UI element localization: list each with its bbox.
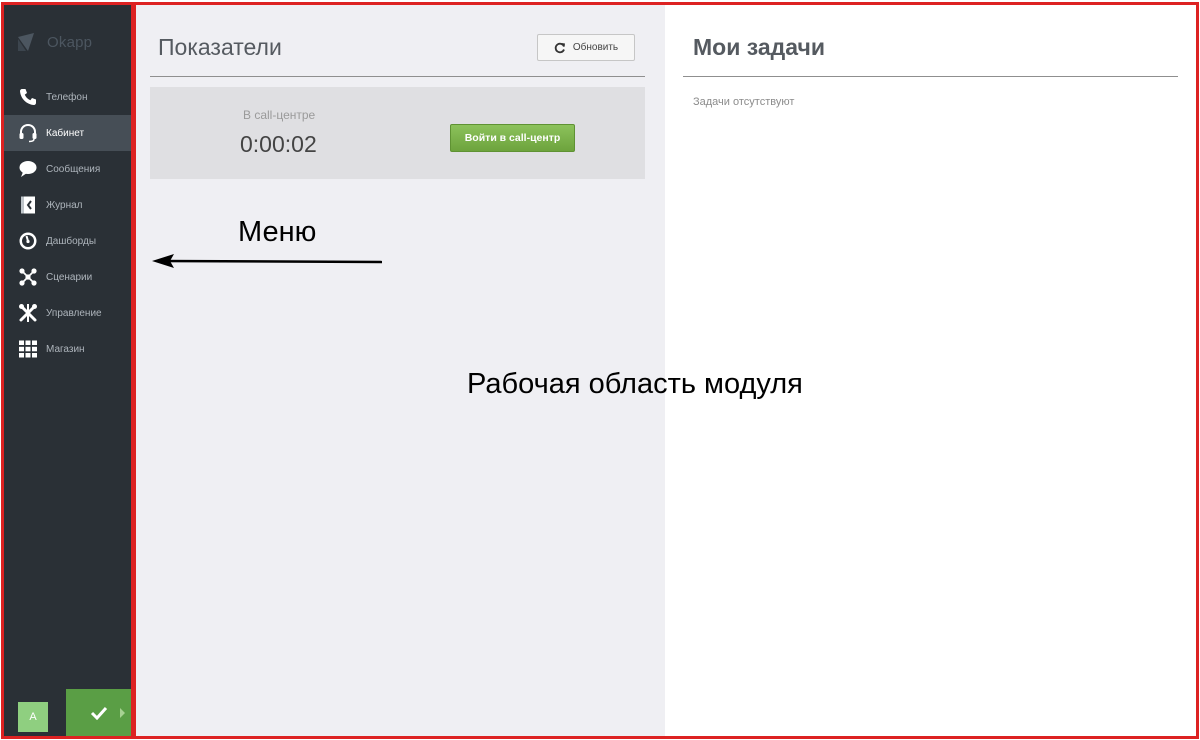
sidebar-item-store[interactable]: Магазин bbox=[4, 331, 131, 367]
callcenter-timer: 0:00:02 bbox=[240, 131, 317, 157]
checkmark-icon bbox=[90, 706, 107, 720]
gauge-icon bbox=[18, 231, 38, 251]
sidebar-item-label: Магазин bbox=[46, 343, 85, 355]
journal-icon bbox=[18, 195, 38, 215]
sidebar-item-label: Сообщения bbox=[46, 163, 101, 175]
callcenter-label: В call-центре bbox=[243, 108, 316, 122]
headset-icon bbox=[18, 123, 38, 143]
sidebar-item-journal[interactable]: Журнал bbox=[4, 187, 131, 223]
tasks-empty-message: Задачи отсутствуют bbox=[693, 96, 795, 108]
sidebar-item-label: Журнал bbox=[46, 199, 83, 211]
refresh-button[interactable]: Обновить bbox=[537, 34, 635, 61]
grid-icon bbox=[18, 339, 38, 359]
sidebar-item-cabinet[interactable]: Кабинет bbox=[4, 115, 131, 151]
status-button[interactable] bbox=[66, 689, 131, 737]
indicators-title: Показатели bbox=[158, 34, 282, 60]
screenshot-frame: Okapp Телефон Кабинет Сообщения Журнал Д… bbox=[0, 0, 1200, 740]
sidebar-item-label: Кабинет bbox=[46, 127, 85, 139]
divider bbox=[683, 76, 1178, 77]
sidebar-item-management[interactable]: Управление bbox=[4, 295, 131, 331]
sidebar-item-phone[interactable]: Телефон bbox=[4, 79, 131, 115]
sidebar-item-label: Сценарии bbox=[46, 271, 93, 283]
sidebar-item-label: Телефон bbox=[46, 91, 88, 103]
sidebar-item-label: Управление bbox=[46, 307, 102, 319]
phone-icon bbox=[18, 87, 38, 107]
logo-text: Okapp bbox=[47, 33, 93, 51]
app-logo[interactable]: Okapp bbox=[18, 30, 92, 54]
callcenter-card: В call-центре 0:00:02 Войти в call-центр bbox=[150, 87, 645, 179]
refresh-icon bbox=[554, 42, 565, 53]
sidebar-menu: Okapp Телефон Кабинет Сообщения Журнал Д… bbox=[4, 4, 131, 737]
user-avatar[interactable]: A bbox=[18, 702, 48, 732]
divider bbox=[150, 76, 645, 77]
chat-bubble-icon bbox=[18, 159, 38, 179]
chevron-right-icon bbox=[120, 708, 125, 718]
enter-callcenter-button[interactable]: Войти в call-центр bbox=[450, 124, 575, 152]
workspace-annotation-label: Рабочая область модуля bbox=[467, 368, 803, 400]
menu-annotation-label: Меню bbox=[238, 216, 317, 248]
logo-icon bbox=[18, 33, 34, 51]
arrow-left-icon bbox=[152, 254, 383, 268]
sidebar-item-dashboards[interactable]: Дашборды bbox=[4, 223, 131, 259]
tasks-title: Мои задачи bbox=[693, 34, 825, 60]
tools-icon bbox=[18, 303, 38, 323]
network-icon bbox=[18, 267, 38, 287]
refresh-label: Обновить bbox=[572, 42, 619, 53]
sidebar-item-messages[interactable]: Сообщения bbox=[4, 151, 131, 187]
sidebar-item-label: Дашборды bbox=[46, 235, 96, 247]
sidebar-item-scenarios[interactable]: Сценарии bbox=[4, 259, 131, 295]
